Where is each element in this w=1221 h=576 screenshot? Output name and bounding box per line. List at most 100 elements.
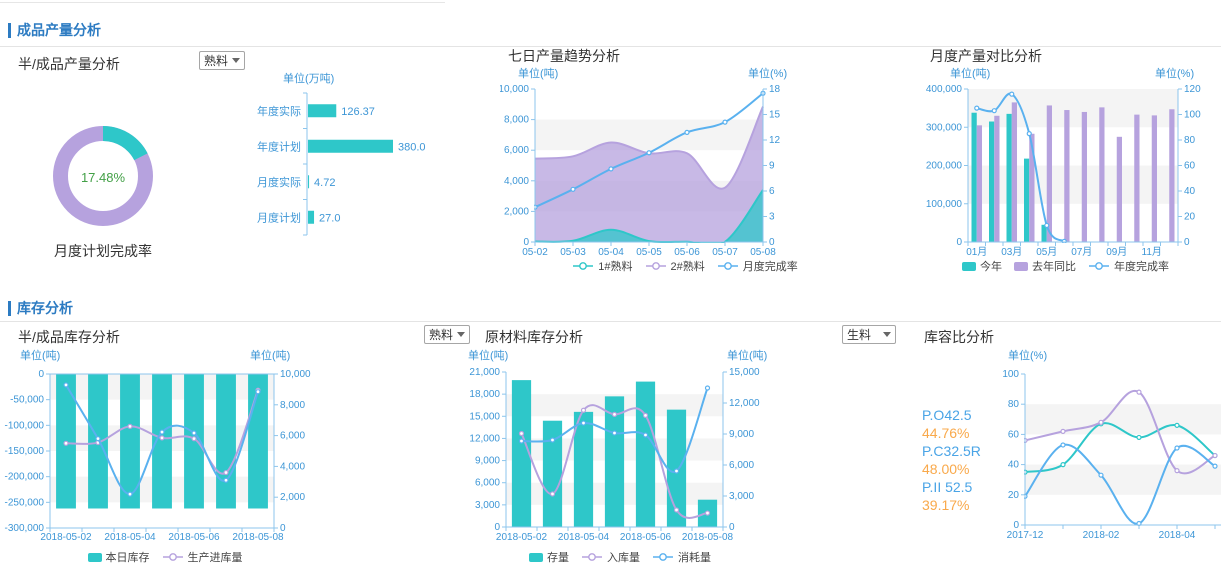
svg-text:-100,000: -100,000	[5, 420, 45, 431]
svg-text:20: 20	[1184, 212, 1196, 223]
svg-text:4.72: 4.72	[314, 177, 335, 189]
plan-bars-chart: 年度实际126.37年度计划380.0月度实际4.72月度计划27.0	[250, 88, 485, 248]
svg-text:4,000: 4,000	[280, 461, 305, 472]
legend-label: 本日库存	[106, 549, 150, 565]
svg-text:20: 20	[1008, 490, 1020, 501]
raw-material-legend: 存量入库量 消耗量	[470, 549, 770, 565]
section-title-production: 成品产量分析	[8, 23, 101, 38]
legend-swatch-icon	[88, 553, 102, 562]
inventory-legend: 本日库存 生产进库量	[30, 549, 300, 565]
svg-text:0: 0	[38, 369, 44, 380]
svg-text:11月: 11月	[1142, 246, 1162, 258]
legend-line-icon	[717, 261, 739, 271]
svg-text:2018-05-04: 2018-05-04	[104, 532, 156, 543]
axis-unit-label: 单位(%)	[748, 65, 787, 81]
svg-text:60: 60	[1184, 161, 1196, 172]
svg-text:8,000: 8,000	[504, 115, 529, 126]
dashboard: 成品产量分析 半/成品产量分析 熟料 17.48% 月度计划完成率 单位(万吨)…	[0, 0, 1221, 576]
svg-text:月度计划: 月度计划	[257, 210, 301, 224]
legend-label: 月度完成率	[743, 258, 798, 274]
legend-label: 1#熟料	[598, 258, 632, 274]
legend-label: 年度完成率	[1114, 258, 1169, 274]
dropdown-arrow-icon	[883, 332, 891, 337]
svg-text:-300,000: -300,000	[5, 523, 45, 534]
svg-text:21,000: 21,000	[469, 367, 500, 378]
legend-label: 生产进库量	[188, 549, 243, 565]
svg-text:3,000: 3,000	[729, 491, 754, 502]
axis-unit-label: 单位(吨)	[518, 65, 558, 81]
legend-item[interactable]: 1#熟料	[572, 258, 632, 274]
section-divider	[0, 321, 1221, 322]
dropdown-arrow-icon	[232, 58, 240, 63]
material-dropdown-production[interactable]: 熟料	[199, 51, 245, 70]
svg-text:2017-12: 2017-12	[1007, 530, 1044, 541]
legend-label: 2#熟料	[671, 258, 705, 274]
material-dropdown-capacity[interactable]: 生料	[842, 325, 896, 344]
dropdown-label: 熟料	[204, 52, 228, 69]
legend-item[interactable]: 本日库存	[88, 549, 150, 565]
svg-text:6: 6	[769, 186, 775, 197]
svg-text:9,000: 9,000	[475, 456, 500, 467]
svg-text:126.37: 126.37	[341, 106, 375, 118]
svg-text:2018-05-06: 2018-05-06	[168, 532, 220, 543]
legend-line-icon	[1088, 261, 1110, 271]
svg-text:05-03: 05-03	[560, 247, 586, 258]
svg-text:05月: 05月	[1036, 246, 1057, 258]
material-dropdown-inventory[interactable]: 熟料	[424, 325, 470, 344]
svg-text:80: 80	[1008, 399, 1020, 410]
svg-text:3,000: 3,000	[475, 500, 500, 511]
semi-finished-inventory-chart: 0-50,000-100,000-150,000-200,000-250,000…	[0, 356, 345, 571]
legend-item[interactable]: 今年	[962, 258, 1002, 274]
svg-text:2,000: 2,000	[504, 206, 529, 217]
axis-unit-label: 单位(万吨)	[283, 70, 334, 86]
legend-item[interactable]: 存量	[529, 549, 569, 565]
svg-text:6,000: 6,000	[729, 460, 754, 471]
svg-text:9,000: 9,000	[729, 429, 754, 440]
legend-swatch-icon	[1014, 262, 1028, 271]
svg-text:6,000: 6,000	[504, 145, 529, 156]
seven-day-trend-chart: 10,0008,0006,0004,0002,0000181512963005-…	[500, 80, 870, 270]
svg-text:18,000: 18,000	[469, 389, 500, 400]
svg-text:400,000: 400,000	[926, 84, 963, 95]
svg-text:12,000: 12,000	[729, 398, 760, 409]
legend-item[interactable]: 入库量	[581, 549, 640, 565]
legend-item[interactable]: 2#熟料	[645, 258, 705, 274]
svg-text:2018-05-06: 2018-05-06	[620, 532, 672, 543]
svg-text:80: 80	[1184, 135, 1196, 146]
legend-label: 去年同比	[1032, 258, 1076, 274]
svg-text:2018-05-02: 2018-05-02	[40, 532, 92, 543]
legend-item[interactable]: 月度完成率	[717, 258, 798, 274]
svg-text:-150,000: -150,000	[5, 446, 45, 457]
svg-text:10,000: 10,000	[280, 369, 311, 380]
svg-text:09月: 09月	[1106, 246, 1127, 258]
svg-text:60: 60	[1008, 429, 1020, 440]
monthly-comparison-chart: 400,000300,000200,000100,000012010080604…	[910, 80, 1221, 270]
svg-text:15,000: 15,000	[469, 411, 500, 422]
svg-text:15,000: 15,000	[729, 367, 760, 378]
capacity-stat-value: 44.76%	[922, 424, 981, 442]
panel-title-raw-material: 原材料库存分析	[485, 327, 583, 347]
svg-text:27.0: 27.0	[319, 212, 340, 224]
svg-text:2018-05-02: 2018-05-02	[496, 532, 548, 543]
legend-item[interactable]: 年度完成率	[1088, 258, 1169, 274]
svg-text:8,000: 8,000	[280, 400, 305, 411]
svg-text:9: 9	[769, 161, 775, 172]
donut-caption: 月度计划完成率	[33, 241, 173, 261]
capacity-stat-value: 39.17%	[922, 496, 981, 514]
legend-item[interactable]: 去年同比	[1014, 258, 1076, 274]
legend-item[interactable]: 生产进库量	[162, 549, 243, 565]
svg-text:05-05: 05-05	[636, 247, 662, 258]
dropdown-label: 生料	[847, 326, 871, 343]
svg-text:05-04: 05-04	[598, 247, 624, 258]
legend-line-icon	[572, 261, 594, 271]
svg-text:100: 100	[1002, 369, 1019, 380]
legend-label: 消耗量	[678, 549, 711, 565]
svg-text:2018-04: 2018-04	[1159, 530, 1196, 541]
svg-text:6,000: 6,000	[280, 431, 305, 442]
legend-item[interactable]: 消耗量	[652, 549, 711, 565]
svg-text:200,000: 200,000	[926, 161, 963, 172]
svg-text:12: 12	[769, 135, 781, 146]
legend-line-icon	[652, 552, 674, 562]
legend-swatch-icon	[529, 553, 543, 562]
capacity-stat-label: P.II 52.5	[922, 478, 981, 496]
